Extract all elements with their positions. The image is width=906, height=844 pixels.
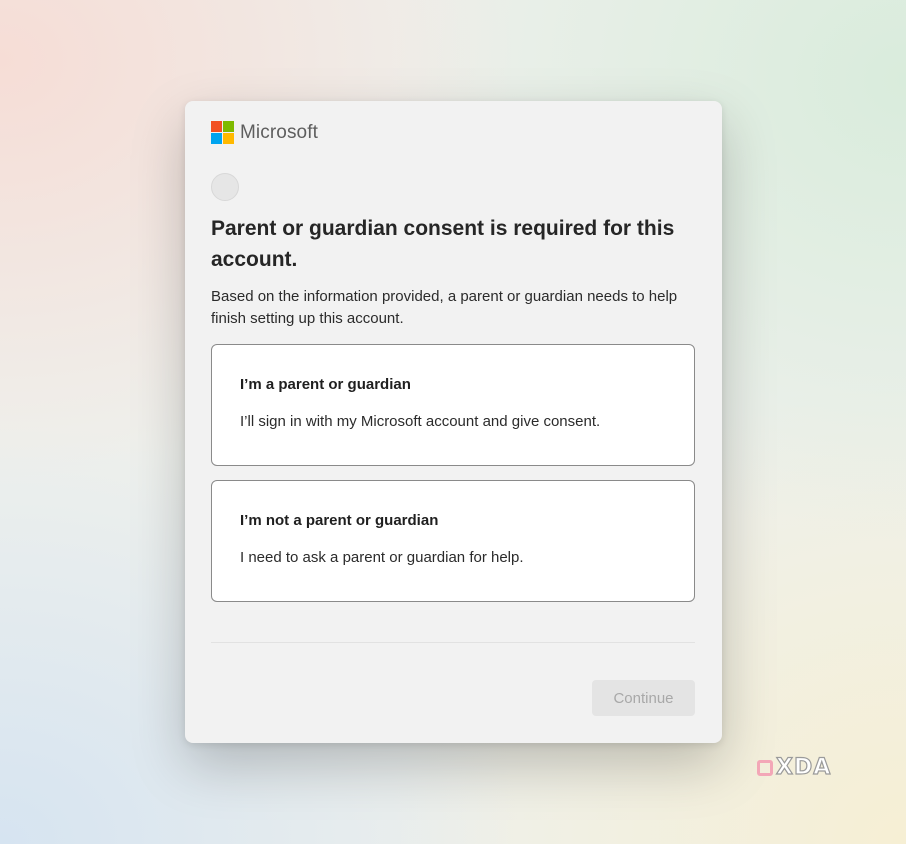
brand-name: Microsoft (240, 121, 318, 143)
page-description: Based on the information provided, a par… (211, 288, 678, 327)
xda-watermark: XDA (757, 754, 832, 781)
avatar (211, 173, 239, 201)
option-title: I’m not a parent or guardian (240, 512, 439, 529)
xda-logo-icon (757, 759, 773, 776)
continue-button[interactable]: Continue (592, 680, 695, 716)
page-title: Parent or guardian consent is required f… (211, 217, 675, 271)
brand-header: Microsoft (211, 121, 318, 144)
microsoft-logo-icon (211, 121, 234, 144)
divider (211, 642, 695, 643)
option-description: I need to ask a parent or guardian for h… (240, 549, 524, 566)
option-description: I’ll sign in with my Microsoft account a… (240, 413, 601, 430)
watermark-text: XDA (775, 754, 832, 780)
option-title: I’m a parent or guardian (240, 376, 411, 393)
option-not-parent-guardian[interactable]: I’m not a parent or guardian I need to a… (211, 480, 695, 602)
option-parent-guardian[interactable]: I’m a parent or guardian I’ll sign in wi… (211, 344, 695, 466)
consent-dialog: Microsoft Parent or guardian consent is … (185, 101, 722, 743)
